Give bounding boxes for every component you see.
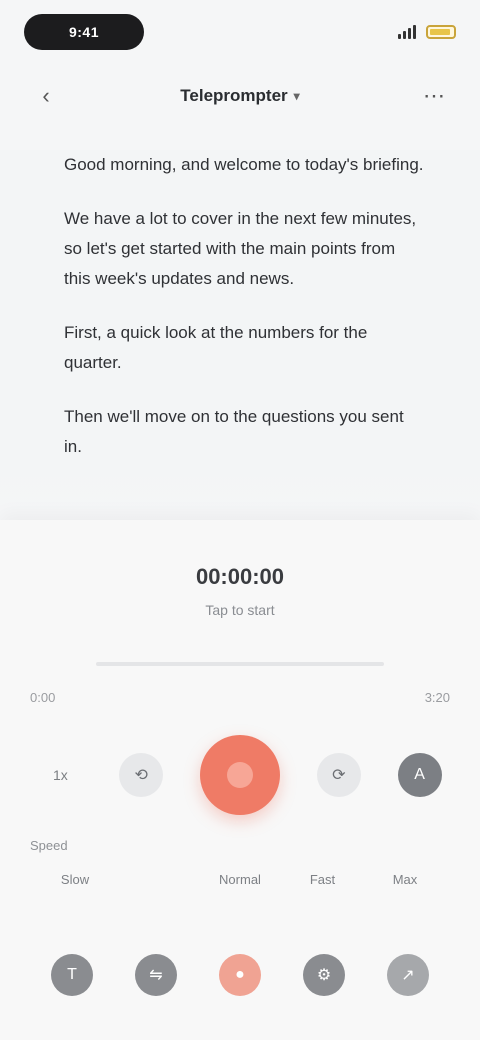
page-title-text: Teleprompter xyxy=(180,86,288,105)
font-size-button[interactable]: A xyxy=(397,753,442,797)
script-fade xyxy=(0,470,480,520)
script-area[interactable]: Good morning, and welcome to today's bri… xyxy=(0,150,480,520)
status-time-text: 9:41 xyxy=(68,24,100,40)
camera-icon-glyph: ● xyxy=(235,966,245,983)
record-button[interactable] xyxy=(199,735,280,815)
time-start: 0:00 xyxy=(30,690,56,705)
speed-toggle-label: 1x xyxy=(52,767,68,783)
share-icon-glyph: ↗ xyxy=(401,967,415,984)
tab-bar: T ⇋ ● ⚙ ↗ xyxy=(0,940,480,1010)
speed-option[interactable]: Normal xyxy=(205,872,275,887)
mirror-icon[interactable]: ⇋ xyxy=(135,954,177,996)
speed-toggle-button[interactable]: 1x xyxy=(38,753,82,797)
nav-bar: ‹ Teleprompter ▾ ⋯ xyxy=(0,72,480,120)
playback-controls: 1x ⟲ ⟳ A xyxy=(0,720,480,830)
battery-icon xyxy=(426,25,456,39)
status-icons xyxy=(398,25,456,39)
timer-value: 00:00:00 xyxy=(195,564,285,589)
speed-option[interactable]: Slow xyxy=(40,872,110,887)
back-icon[interactable]: ‹ xyxy=(26,76,66,116)
status-bar: 9:41 xyxy=(0,0,480,64)
script-paragraph: Then we'll move on to the questions you … xyxy=(64,407,404,456)
text-icon-glyph: T xyxy=(67,966,77,983)
status-time: 9:41 xyxy=(24,14,144,50)
control-panel: 00:00:00 Tap to start 0:00 3:20 1x ⟲ ⟳ A… xyxy=(0,520,480,1040)
speed-label: Speed xyxy=(30,838,68,853)
page-title[interactable]: Teleprompter ▾ xyxy=(180,86,299,106)
record-icon xyxy=(226,762,253,788)
settings-icon[interactable]: ⚙ xyxy=(303,954,345,996)
mirror-icon-glyph: ⇋ xyxy=(149,967,163,984)
timer: 00:00:00 Tap to start xyxy=(0,564,480,618)
rewind-icon[interactable]: ⟲ xyxy=(119,753,164,797)
speed-option[interactable]: Fast xyxy=(288,872,358,887)
forward-icon[interactable]: ⟳ xyxy=(316,753,361,797)
speed-option[interactable]: Max xyxy=(370,872,440,887)
camera-icon[interactable]: ● xyxy=(219,954,261,996)
font-size-label: A xyxy=(414,766,425,783)
more-icon[interactable]: ⋯ xyxy=(414,76,454,116)
speed-options: Slow Normal Fast Max xyxy=(40,872,440,887)
script-paragraph: Good morning, and welcome to today's bri… xyxy=(64,155,424,174)
share-icon[interactable]: ↗ xyxy=(387,954,429,996)
time-row: 0:00 3:20 xyxy=(30,690,450,705)
script-paragraph: First, a quick look at the numbers for t… xyxy=(64,323,368,372)
progress-bar[interactable] xyxy=(96,662,384,666)
time-end: 3:20 xyxy=(424,690,450,705)
chevron-down-icon: ▾ xyxy=(293,89,300,103)
text-icon[interactable]: T xyxy=(51,954,93,996)
signal-icon xyxy=(398,25,416,39)
script-paragraph: We have a lot to cover in the next few m… xyxy=(64,209,417,288)
timer-subtitle: Tap to start xyxy=(205,602,275,618)
settings-icon-glyph: ⚙ xyxy=(316,967,332,984)
speed-option[interactable] xyxy=(123,872,193,887)
